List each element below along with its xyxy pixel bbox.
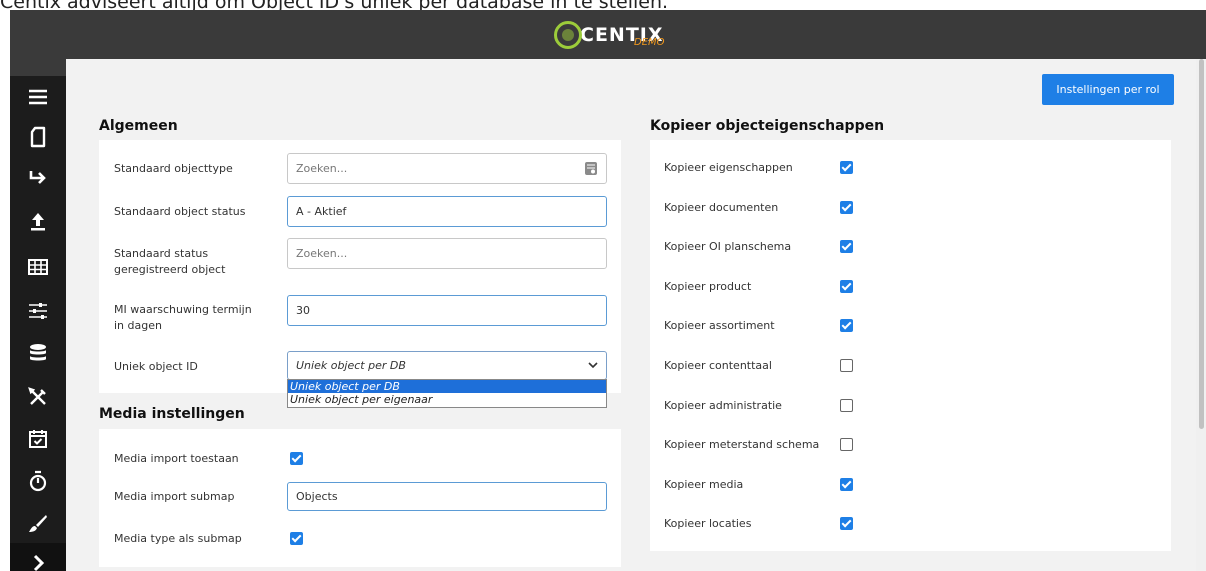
paint-brush-icon[interactable] bbox=[10, 504, 66, 544]
kopieer-documenten-checkbox[interactable] bbox=[840, 201, 853, 214]
kopieer-objecteigenschappen-title: Kopieer objecteigenschappen bbox=[650, 118, 885, 134]
standaard-status-geregistreerd-label: Standaard status geregistreerd object bbox=[114, 247, 226, 276]
uniek-object-id-dropdown: Uniek object per DB Uniek object per eig… bbox=[287, 379, 607, 408]
kopieer-meterstand-schema-label: Kopieer meterstand schema bbox=[664, 438, 820, 451]
kopieer-assortiment-checkbox[interactable] bbox=[840, 319, 853, 332]
logo-mark-icon bbox=[554, 21, 582, 49]
kopieer-oi-planschema-label: Kopieer OI planschema bbox=[664, 240, 792, 253]
instellingen-per-rol-button[interactable]: Instellingen per rol bbox=[1042, 74, 1174, 105]
upload-icon[interactable] bbox=[10, 202, 66, 242]
kopieer-locaties-checkbox[interactable] bbox=[840, 517, 853, 530]
kopieer-product-label: Kopieer product bbox=[664, 280, 752, 293]
kopieer-meterstand-schema-checkbox[interactable] bbox=[840, 438, 853, 451]
uniek-object-id-select[interactable]: Uniek object per DB bbox=[287, 351, 607, 380]
scrollbar-thumb[interactable] bbox=[1199, 59, 1204, 429]
media-import-toestaan-label: Media import toestaan bbox=[114, 452, 239, 465]
standaard-objecttype-input[interactable]: Zoeken... bbox=[287, 153, 607, 184]
kopieer-media-label: Kopieer media bbox=[664, 478, 744, 491]
media-instellingen-title: Media instellingen bbox=[99, 406, 245, 422]
calendar-check-icon[interactable] bbox=[10, 419, 66, 459]
media-type-als-submap-checkbox[interactable] bbox=[290, 532, 303, 545]
kopieer-administratie-label: Kopieer administratie bbox=[664, 399, 782, 412]
database-icon[interactable] bbox=[10, 333, 66, 373]
kopieer-oi-planschema-checkbox[interactable] bbox=[840, 240, 853, 253]
media-import-toestaan-checkbox[interactable] bbox=[290, 452, 303, 465]
media-import-submap-label: Media import submap bbox=[114, 490, 235, 503]
media-type-als-submap-label: Media type als submap bbox=[114, 532, 242, 545]
standaard-object-status-input[interactable]: A - Aktief bbox=[287, 196, 607, 227]
kopieer-eigenschappen-checkbox[interactable] bbox=[840, 161, 853, 174]
document-icon[interactable] bbox=[10, 117, 66, 157]
tools-icon[interactable] bbox=[10, 377, 66, 417]
mi-waarschuwing-label: MI waarschuwing termijn in dagen bbox=[114, 303, 252, 332]
kopieer-media-checkbox[interactable] bbox=[840, 478, 853, 491]
standaard-objecttype-label: Standaard objecttype bbox=[114, 162, 233, 175]
sidebar bbox=[10, 59, 66, 571]
media-import-submap-input[interactable]: Objects bbox=[287, 482, 607, 511]
kopieer-administratie-checkbox[interactable] bbox=[840, 399, 853, 412]
kopieer-assortiment-label: Kopieer assortiment bbox=[664, 319, 775, 332]
share-arrow-icon[interactable] bbox=[10, 157, 66, 197]
chevron-right-icon[interactable] bbox=[10, 543, 66, 571]
centix-logo: CENTIX DEMO bbox=[554, 20, 665, 50]
hamburger-menu-icon[interactable] bbox=[10, 77, 66, 117]
kopieer-contenttaal-checkbox[interactable] bbox=[840, 359, 853, 372]
standaard-status-geregistreerd-input[interactable]: Zoeken... bbox=[287, 238, 607, 269]
uniek-object-id-label: Uniek object ID bbox=[114, 360, 198, 373]
kopieer-contenttaal-label: Kopieer contenttaal bbox=[664, 359, 772, 372]
kopieer-product-checkbox[interactable] bbox=[840, 280, 853, 293]
sliders-icon[interactable] bbox=[10, 291, 66, 331]
grid-table-icon[interactable] bbox=[10, 247, 66, 287]
kopieer-locaties-label: Kopieer locaties bbox=[664, 517, 752, 530]
mi-waarschuwing-input[interactable]: 30 bbox=[287, 295, 607, 326]
dropdown-option[interactable]: Uniek object per eigenaar bbox=[288, 393, 606, 406]
kopieer-documenten-label: Kopieer documenten bbox=[664, 201, 779, 214]
kopieer-eigenschappen-label: Kopieer eigenschappen bbox=[664, 161, 793, 174]
top-bar: CENTIX DEMO bbox=[10, 10, 1206, 59]
dropdown-option[interactable]: Uniek object per DB bbox=[288, 380, 606, 393]
standaard-object-status-label: Standaard object status bbox=[114, 205, 246, 218]
chevron-down-icon bbox=[588, 362, 598, 369]
stopwatch-icon[interactable] bbox=[10, 461, 66, 501]
lookup-list-icon[interactable] bbox=[585, 162, 597, 175]
algemeen-title: Algemeen bbox=[99, 118, 178, 134]
logo-subtitle: DEMO bbox=[634, 37, 665, 48]
